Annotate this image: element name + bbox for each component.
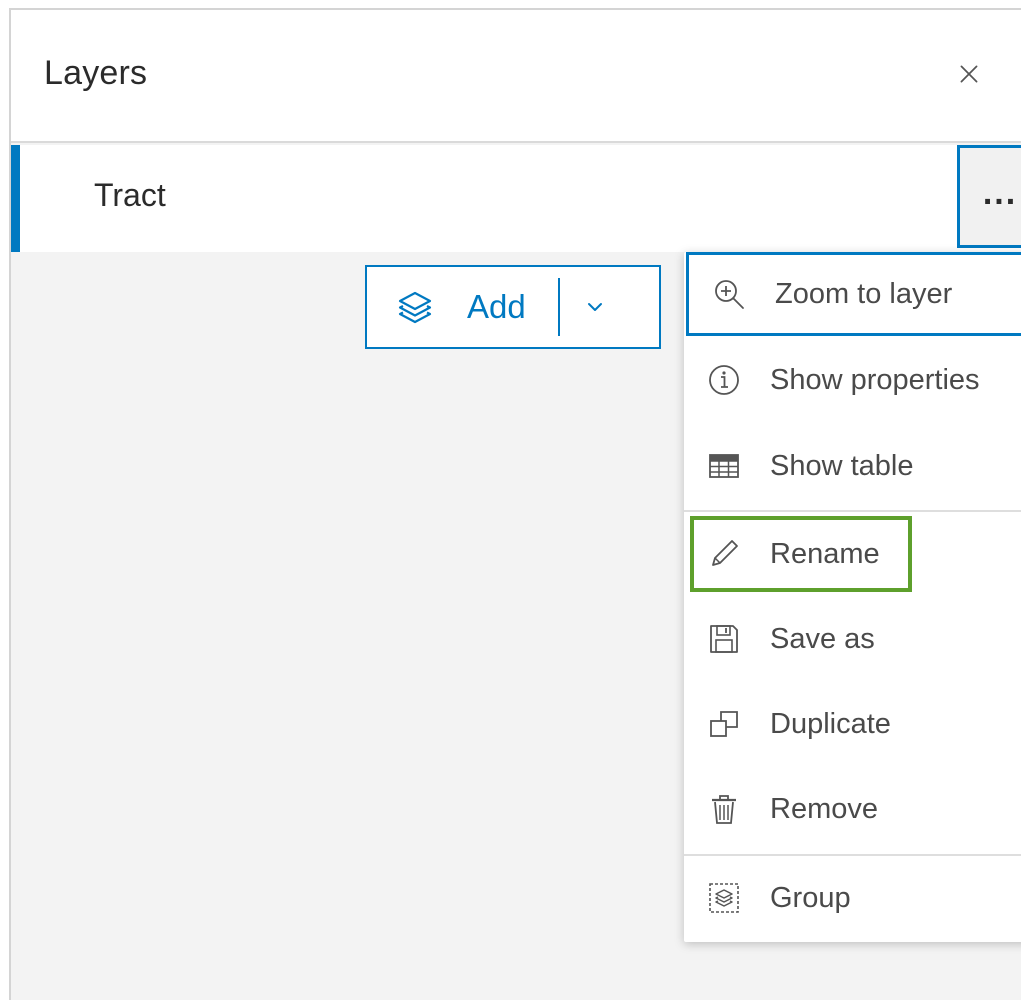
add-layer-button[interactable]: Add <box>367 267 526 347</box>
more-options-icon: ... <box>982 173 1018 212</box>
menu-item-zoom-to-layer[interactable]: Zoom to layer <box>686 252 1021 336</box>
menu-item-save-as[interactable]: Save as <box>684 597 1021 681</box>
menu-item-duplicate[interactable]: Duplicate <box>684 682 1021 766</box>
menu-item-show-table[interactable]: Show table <box>684 424 1021 508</box>
menu-item-label: Show properties <box>770 363 980 396</box>
menu-item-label: Rename <box>770 537 880 570</box>
menu-item-label: Show table <box>770 449 914 482</box>
panel-header: Layers <box>11 10 1021 143</box>
information-icon <box>706 362 742 398</box>
layers-icon <box>398 291 432 324</box>
layer-item-tract[interactable]: Tract ... <box>11 145 1021 252</box>
menu-item-remove[interactable]: Remove <box>684 767 1021 851</box>
add-button-label: Add <box>467 288 526 325</box>
layer-name: Tract <box>94 177 166 213</box>
menu-item-group[interactable]: Group <box>684 856 1021 940</box>
layers-panel-screen: Layers Tract ... Add Zoom to layer Show … <box>0 0 1021 1000</box>
menu-item-rename[interactable]: Rename <box>684 512 1021 596</box>
layer-options-button[interactable]: ... <box>957 145 1021 248</box>
pencil-icon <box>706 536 742 572</box>
zoom-in-icon <box>711 276 747 312</box>
menu-item-label: Save as <box>770 622 875 655</box>
duplicate-icon <box>706 706 742 742</box>
menu-item-label: Duplicate <box>770 707 891 740</box>
menu-item-show-properties[interactable]: Show properties <box>684 338 1021 422</box>
add-dropdown-button[interactable] <box>560 267 630 347</box>
menu-item-label: Remove <box>770 792 878 825</box>
layer-actions-menu: Zoom to layer Show properties Show table… <box>684 252 1021 942</box>
add-layer-split-button: Add <box>365 265 661 349</box>
close-icon <box>960 65 978 83</box>
trash-icon <box>706 791 742 827</box>
close-button[interactable] <box>947 52 991 96</box>
menu-item-label: Group <box>770 881 851 914</box>
menu-item-label: Zoom to layer <box>775 277 953 310</box>
panel-title: Layers <box>44 54 148 92</box>
table-icon <box>706 448 742 484</box>
save-icon <box>706 621 742 657</box>
chevron-down-icon <box>587 303 602 311</box>
group-layers-icon <box>706 880 742 916</box>
